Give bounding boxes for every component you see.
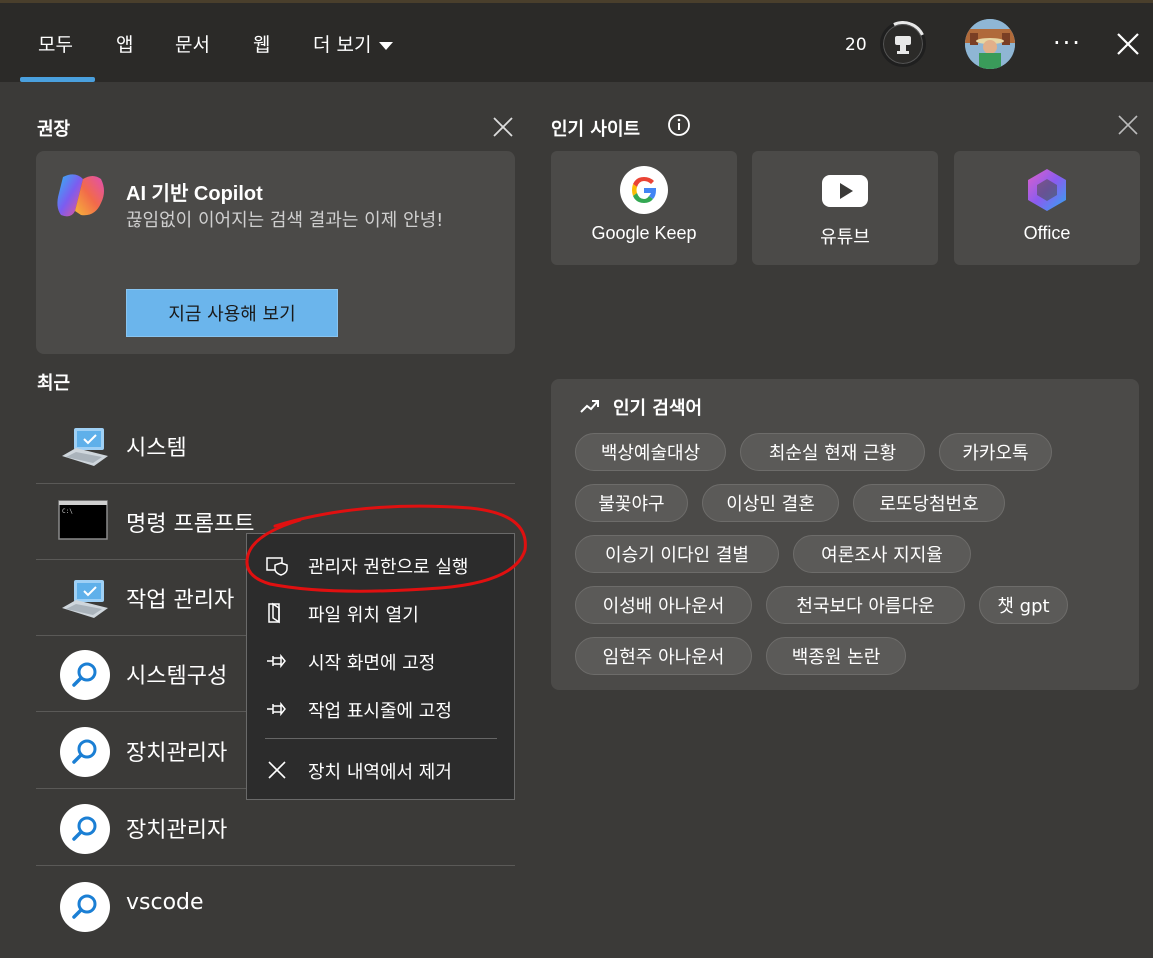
copilot-title: AI 기반 Copilot — [126, 183, 263, 205]
tab-apps[interactable]: 앱 — [116, 30, 133, 57]
menu-item-pin-to-taskbar[interactable]: 작업 표시줄에 고정 — [247, 685, 514, 731]
terminal-icon: C:\ — [58, 500, 108, 540]
menu-item-pin-to-start[interactable]: 시작 화면에 고정 — [247, 637, 514, 683]
trending-chip[interactable]: 최순실 현재 근황 — [740, 433, 925, 471]
computer-icon — [62, 428, 108, 466]
tab-more[interactable]: 더 보기 — [313, 30, 394, 57]
search-icon — [60, 804, 110, 854]
tab-documents[interactable]: 문서 — [175, 30, 210, 57]
avatar[interactable] — [965, 19, 1015, 69]
site-tile-google-keep[interactable]: Google Keep — [551, 151, 737, 265]
reward-points: 20 — [845, 35, 867, 55]
recent-item-label: 명령 프롬프트 — [126, 512, 255, 537]
recent-item-vscode[interactable]: vscode — [36, 868, 515, 944]
recent-item-label: 시스템구성 — [126, 664, 228, 689]
menu-item-open-file-location[interactable]: 파일 위치 열기 — [247, 589, 514, 635]
search-icon — [60, 650, 110, 700]
reward-icon[interactable] — [873, 14, 933, 74]
menu-item-label: 관리자 권한으로 실행 — [308, 557, 469, 578]
site-label: 유튜브 — [820, 227, 870, 247]
trending-chip[interactable]: 이승기 이다인 결별 — [575, 535, 779, 573]
search-icon — [60, 727, 110, 777]
site-label: Office — [1023, 223, 1071, 243]
menu-item-label: 작업 표시줄에 고정 — [308, 701, 452, 722]
trending-chip[interactable]: 여론조사 지지율 — [793, 535, 971, 573]
trending-chip[interactable]: 백종원 논란 — [766, 637, 906, 675]
shield-icon — [266, 557, 288, 576]
active-tab-indicator — [20, 77, 95, 82]
profile-picture — [965, 19, 1015, 69]
svg-text:C:\: C:\ — [62, 508, 73, 515]
trending-chip[interactable]: 로또당첨번호 — [853, 484, 1005, 522]
menu-item-label: 시작 화면에 고정 — [308, 653, 436, 674]
menu-divider — [265, 738, 497, 739]
try-now-button[interactable]: 지금 사용해 보기 — [126, 289, 338, 337]
computer-icon — [62, 580, 108, 618]
trending-chip[interactable]: 백상예술대상 — [575, 433, 726, 471]
copilot-description: 끊임없이 이어지는 검색 결과는 이제 안녕! — [126, 210, 444, 231]
close-recommended-icon[interactable] — [491, 115, 515, 139]
copilot-icon — [57, 174, 104, 217]
site-label: Google Keep — [591, 223, 697, 243]
tab-web[interactable]: 웹 — [253, 30, 270, 57]
recent-item-label: 장치관리자 — [126, 818, 228, 843]
menu-item-label: 장치 내역에서 제거 — [308, 762, 452, 783]
recent-item-device-manager-2[interactable]: 장치관리자 — [36, 790, 515, 866]
magnifier-glyph — [72, 662, 97, 687]
pin-icon — [267, 701, 286, 717]
magnifier-glyph — [72, 894, 97, 919]
recent-item-label: 시스템 — [126, 436, 187, 461]
recommended-title: 권장 — [37, 119, 71, 140]
chevron-down-icon — [379, 41, 394, 50]
trending-chip[interactable]: 챗 gpt — [979, 586, 1068, 624]
trending-searches-card: 인기 검색어 백상예술대상 최순실 현재 근황 카카오톡 불꽃야구 이상민 결혼… — [551, 379, 1139, 690]
close-icon — [268, 761, 286, 779]
site-tile-youtube[interactable]: 유튜브 — [752, 151, 938, 265]
magnifier-glyph — [72, 816, 97, 841]
trending-chip[interactable]: 이상민 결혼 — [702, 484, 839, 522]
top-sites-title: 인기 사이트 — [551, 119, 641, 140]
close-top-sites-icon[interactable] — [1116, 113, 1140, 137]
recent-item-label: 장치관리자 — [126, 741, 228, 766]
youtube-icon — [822, 175, 868, 207]
menu-item-label: 파일 위치 열기 — [308, 605, 419, 626]
folder-icon — [268, 602, 280, 624]
top-bar: 모두 앱 문서 웹 더 보기 20 ··· — [0, 0, 1153, 82]
site-tile-office[interactable]: Office — [954, 151, 1140, 265]
divider — [36, 865, 515, 866]
recent-item-system[interactable]: 시스템 — [36, 408, 515, 484]
search-icon — [60, 882, 110, 932]
tab-more-label: 더 보기 — [313, 34, 372, 56]
trending-chip[interactable]: 이성배 아나운서 — [575, 586, 752, 624]
trending-chip[interactable]: 천국보다 아름다운 — [766, 586, 965, 624]
office-icon — [1028, 169, 1066, 211]
trending-icon — [580, 400, 599, 413]
recent-item-label: 작업 관리자 — [126, 588, 235, 613]
trending-chip[interactable]: 임현주 아나운서 — [575, 637, 752, 675]
close-icon[interactable] — [1113, 29, 1143, 59]
tab-all[interactable]: 모두 — [38, 30, 73, 57]
trending-chip[interactable]: 카카오톡 — [939, 433, 1052, 471]
context-menu: 관리자 권한으로 실행 파일 위치 열기 시작 화면에 고정 작업 표시줄에 고… — [246, 533, 515, 800]
menu-item-remove-from-history[interactable]: 장치 내역에서 제거 — [247, 746, 514, 792]
pin-icon — [267, 653, 286, 669]
info-icon[interactable] — [667, 113, 691, 137]
more-options-icon[interactable]: ··· — [1053, 29, 1082, 57]
recent-item-label: vscode — [126, 890, 204, 915]
trophy-icon — [895, 36, 911, 54]
trending-chip[interactable]: 불꽃야구 — [575, 484, 688, 522]
menu-item-run-as-admin[interactable]: 관리자 권한으로 실행 — [247, 541, 514, 587]
trending-title: 인기 검색어 — [613, 398, 703, 419]
recent-title: 최근 — [37, 373, 71, 394]
magnifier-glyph — [72, 739, 97, 764]
copilot-card[interactable]: AI 기반 Copilot 끊임없이 이어지는 검색 결과는 이제 안녕! 지금… — [36, 151, 515, 354]
google-icon — [620, 166, 668, 214]
